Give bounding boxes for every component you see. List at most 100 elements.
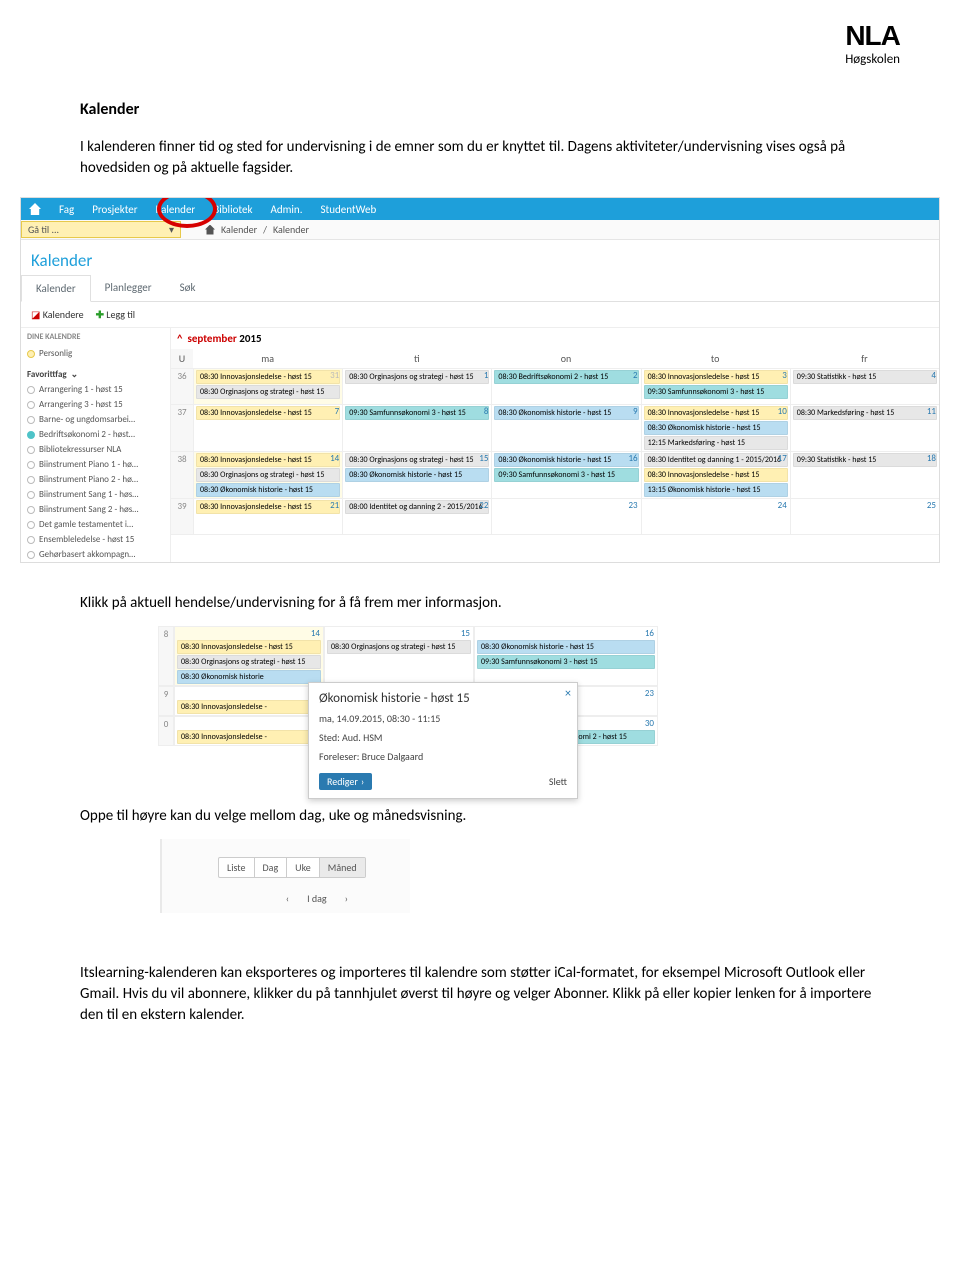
sidebar-item[interactable]: Bedriftsøkonomi 2 - høst… xyxy=(27,427,166,442)
tab-planlegger[interactable]: Planlegger xyxy=(91,275,166,301)
day-cell[interactable]: 2108:30 Innovasjonsledelse - høst 15 xyxy=(193,499,342,535)
day-cell[interactable]: 23 xyxy=(491,499,640,535)
month-collapse-icon[interactable]: ^ xyxy=(177,332,182,345)
event[interactable]: 08:30 Identitet og danning 1 - 2015/2016 xyxy=(644,453,788,467)
event[interactable]: 08:30 Innovasjonsledelse - høst 15 xyxy=(644,468,788,482)
prev-button[interactable]: ‹ xyxy=(286,892,289,905)
event[interactable]: 08:30 Orginasjons og strategi - høst 15 xyxy=(177,655,321,669)
view-maned[interactable]: Måned xyxy=(320,858,365,877)
today-button[interactable]: I dag xyxy=(307,892,327,905)
home-icon[interactable] xyxy=(205,225,215,235)
sidebar-item[interactable]: Barne- og ungdomsarbei… xyxy=(27,412,166,427)
tab-sok[interactable]: Søk xyxy=(166,275,210,301)
event[interactable]: 08:30 Innovasjonsledelse - høst 15 xyxy=(196,370,340,384)
event[interactable]: 08:30 Innovasjonsledelse - høst 15 xyxy=(644,406,788,420)
sidebar-item[interactable]: Biinstrument Piano 2 - hø… xyxy=(27,472,166,487)
event[interactable]: 09:30 Samfunnsøkonomi 3 - høst 15 xyxy=(494,468,638,482)
event[interactable]: 09:30 Samfunnsøkonomi 3 - høst 15 xyxy=(644,385,788,399)
sidebar-item[interactable]: Biinstrument Piano 1 - hø… xyxy=(27,457,166,472)
event[interactable]: 08:30 Innovasjonsledelse - xyxy=(177,700,321,714)
cell-16[interactable]: 16 08:30 Økonomisk historie - høst 15 09… xyxy=(474,626,658,686)
event[interactable]: 08:30 Innovasjonsledelse - høst 15 xyxy=(644,370,788,384)
nav-bibliotek[interactable]: Bibliotek xyxy=(213,203,252,216)
day-cell[interactable]: 1809:30 Statistikk - høst 15 xyxy=(790,452,939,499)
day-cell[interactable]: 1108:30 Markedsføring - høst 15 xyxy=(790,405,939,452)
day-cell[interactable]: 3108:30 Innovasjonsledelse - høst 1508:3… xyxy=(193,369,342,405)
event[interactable]: 08:30 Bedriftsøkonomi 2 - høst 15 xyxy=(494,370,638,384)
event[interactable]: 08:30 Orginasjons og strategi - høst 15 xyxy=(345,453,489,467)
event[interactable]: 08:30 Økonomisk historie - høst 15 xyxy=(494,453,638,467)
day-cell[interactable]: 809:30 Samfunnsøkonomi 3 - høst 15 xyxy=(342,405,491,452)
event[interactable]: 08:30 Orginasjons og strategi - høst 15 xyxy=(196,468,340,482)
event[interactable]: 08:30 Orginasjons og strategi - høst 15 xyxy=(345,370,489,384)
event[interactable]: 08:30 Innovasjonsledelse - xyxy=(177,730,321,744)
edit-button[interactable]: Rediger› xyxy=(319,773,372,790)
day-cell[interactable]: 1008:30 Innovasjonsledelse - høst 1508:3… xyxy=(641,405,790,452)
event[interactable]: 08:00 Identitet og danning 2 - 2015/2016 xyxy=(345,500,489,514)
goto-dropdown[interactable]: Gå til ... ▾ xyxy=(21,221,181,238)
sidebar-item[interactable]: Det gamle testamentet i… xyxy=(27,517,166,532)
event[interactable]: 08:30 Økonomisk historie - høst 15 xyxy=(345,468,489,482)
event[interactable]: 08:30 Markedsføring - høst 15 xyxy=(793,406,937,420)
day-cell[interactable]: 208:30 Bedriftsøkonomi 2 - høst 15 xyxy=(491,369,640,405)
home-icon[interactable] xyxy=(29,203,41,215)
event[interactable]: 13:15 Økonomisk historie - høst 15 xyxy=(644,483,788,497)
nav-admin[interactable]: Admin. xyxy=(270,203,302,216)
day-cell[interactable]: 1408:30 Innovasjonsledelse - høst 1508:3… xyxy=(193,452,342,499)
legg-til-button[interactable]: ✚ Legg til xyxy=(96,308,135,321)
day-cell[interactable]: 409:30 Statistikk - høst 15 xyxy=(790,369,939,405)
sidebar-item[interactable]: Biinstrument Sang 1 - høs… xyxy=(27,487,166,502)
sidebar-personlig[interactable]: Personlig xyxy=(27,346,166,361)
view-liste[interactable]: Liste xyxy=(219,858,255,877)
close-icon[interactable]: × xyxy=(565,687,571,701)
next-button[interactable]: › xyxy=(345,892,348,905)
event[interactable]: 12:15 Markedsføring - høst 15 xyxy=(644,436,788,450)
nav-fag[interactable]: Fag xyxy=(59,203,74,216)
day-cell[interactable]: 24 xyxy=(641,499,790,535)
nav-studentweb[interactable]: StudentWeb xyxy=(320,203,376,216)
event[interactable]: 09:30 Statistikk - høst 15 xyxy=(793,453,937,467)
event[interactable]: 08:30 Økonomisk historie xyxy=(177,670,321,684)
event[interactable]: 08:30 Orginasjons og strategi - høst 15 xyxy=(327,640,471,654)
sidebar-item[interactable]: Biinstrument Sang 2 - høs… xyxy=(27,502,166,517)
kalendere-button[interactable]: ◪ Kalendere xyxy=(31,308,84,321)
sidebar-item[interactable]: Gehørbasert akkompagn… xyxy=(27,547,166,562)
sidebar-item[interactable]: Arrangering 3 - høst 15 xyxy=(27,397,166,412)
event[interactable]: 08:30 Innovasjonsledelse - høst 15 xyxy=(196,406,340,420)
day-cell[interactable]: 1508:30 Orginasjons og strategi - høst 1… xyxy=(342,452,491,499)
event[interactable]: 09:30 Statistikk - høst 15 xyxy=(793,370,937,384)
crumb-kalender[interactable]: Kalender xyxy=(221,223,257,236)
day-cell[interactable]: 908:30 Økonomisk historie - høst 15 xyxy=(491,405,640,452)
event[interactable]: 08:30 Orginasjons og strategi - høst 15 xyxy=(196,385,340,399)
sidebar-favorittfag[interactable]: Favorittfag ⌄ xyxy=(27,367,166,382)
day-cell[interactable]: 25 xyxy=(790,499,939,535)
event[interactable]: 08:30 Innovasjonsledelse - høst 15 xyxy=(196,500,340,514)
cell-15[interactable]: 15 08:30 Orginasjons og strategi - høst … xyxy=(324,626,474,686)
event[interactable]: 08:30 Innovasjonsledelse - høst 15 xyxy=(177,640,321,654)
day-cell[interactable]: 308:30 Innovasjonsledelse - høst 1509:30… xyxy=(641,369,790,405)
cell-14[interactable]: 14 08:30 Innovasjonsledelse - høst 15 08… xyxy=(174,626,324,686)
day-cell[interactable]: 1708:30 Identitet og danning 1 - 2015/20… xyxy=(641,452,790,499)
sidebar-item[interactable]: Ensembleledelse - høst 15 xyxy=(27,532,166,547)
sidebar-item[interactable]: Bibliotekressurser NLA xyxy=(27,442,166,457)
day-cell[interactable]: 108:30 Orginasjons og strategi - høst 15 xyxy=(342,369,491,405)
event[interactable]: 09:30 Samfunnsøkonomi 3 - høst 15 xyxy=(345,406,489,420)
nav-kalender[interactable]: Kalender xyxy=(156,203,196,216)
day-cell[interactable]: 2208:00 Identitet og danning 2 - 2015/20… xyxy=(342,499,491,535)
tab-kalender[interactable]: Kalender xyxy=(21,275,91,302)
day-cell[interactable]: 1608:30 Økonomisk historie - høst 1509:3… xyxy=(491,452,640,499)
delete-button[interactable]: Slett xyxy=(549,775,567,788)
event[interactable]: 09:30 Samfunnsøkonomi 3 - høst 15 xyxy=(477,655,655,669)
event[interactable]: 08:30 Økonomisk historie - høst 15 xyxy=(477,640,655,654)
event[interactable]: onomi 2 - høst 15 xyxy=(566,730,655,744)
event[interactable]: 08:30 Innovasjonsledelse - høst 15 xyxy=(196,453,340,467)
event[interactable]: 08:30 Økonomisk historie - høst 15 xyxy=(644,421,788,435)
event[interactable]: 08:30 Økonomisk historie - høst 15 xyxy=(494,406,638,420)
event[interactable]: 08:30 Økonomisk historie - høst 15 xyxy=(196,483,340,497)
view-dag[interactable]: Dag xyxy=(255,858,288,877)
nav-prosjekter[interactable]: Prosjekter xyxy=(92,203,137,216)
sidebar-item[interactable]: Arrangering 1 - høst 15 xyxy=(27,382,166,397)
cell-21[interactable]: 08:30 Innovasjonsledelse - xyxy=(174,686,324,716)
view-uke[interactable]: Uke xyxy=(287,858,320,877)
cell-28[interactable]: 08:30 Innovasjonsledelse - xyxy=(174,716,324,746)
